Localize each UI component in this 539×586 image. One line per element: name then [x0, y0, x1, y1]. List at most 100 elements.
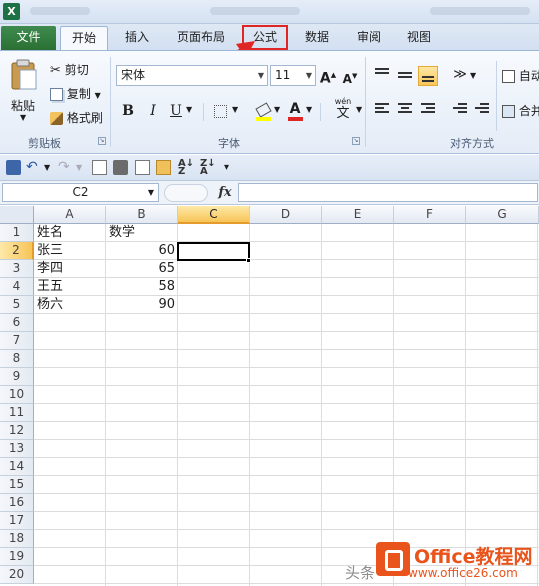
cell-b2[interactable]: 60: [107, 242, 177, 260]
active-cell-c2[interactable]: [177, 242, 250, 261]
row-header-11[interactable]: 11: [0, 404, 34, 422]
excel-icon[interactable]: X: [3, 3, 20, 20]
row-header-2[interactable]: 2: [0, 242, 34, 260]
orientation-icon[interactable]: ≫: [450, 65, 470, 85]
font-launcher-icon[interactable]: ↘: [352, 137, 360, 145]
align-left-icon[interactable]: [372, 101, 392, 121]
divider: [320, 103, 321, 121]
cell-a1[interactable]: 姓名: [35, 224, 105, 242]
row-header-19[interactable]: 19: [0, 548, 34, 566]
redo-dropdown-icon[interactable]: ▼: [76, 160, 91, 175]
borders-dropdown-icon[interactable]: ▼: [232, 105, 238, 114]
font-name-select[interactable]: 宋体 ▼: [116, 65, 268, 86]
grow-font-icon[interactable]: A▲: [318, 65, 338, 87]
row-header-20[interactable]: 20: [0, 566, 34, 584]
align-top-icon[interactable]: [372, 66, 392, 86]
row-header-18[interactable]: 18: [0, 530, 34, 548]
fill-color-icon[interactable]: [253, 101, 273, 121]
row-header-12[interactable]: 12: [0, 422, 34, 440]
row-header-3[interactable]: 3: [0, 260, 34, 278]
phonetic-guide-button[interactable]: wén 文: [328, 97, 358, 123]
customize-qat-icon[interactable]: ▾: [224, 160, 239, 175]
column-header-e[interactable]: E: [322, 206, 394, 224]
formula-bar-resize-handle[interactable]: [164, 184, 208, 202]
row-header-15[interactable]: 15: [0, 476, 34, 494]
fill-handle[interactable]: [246, 258, 251, 263]
cell-b5[interactable]: 90: [107, 296, 177, 314]
tab-home[interactable]: 开始: [60, 26, 108, 50]
row-header-7[interactable]: 7: [0, 332, 34, 350]
sort-descending-icon[interactable]: Z↓ A: [200, 159, 216, 177]
undo-icon[interactable]: ↶: [26, 160, 41, 175]
row-header-6[interactable]: 6: [0, 314, 34, 332]
formula-input[interactable]: [238, 183, 538, 202]
cell-b3[interactable]: 65: [107, 260, 177, 278]
undo-dropdown-icon[interactable]: ▼: [44, 160, 59, 175]
align-middle-icon[interactable]: [395, 66, 415, 86]
tab-review[interactable]: 审阅: [347, 26, 391, 50]
select-all-button[interactable]: [0, 206, 34, 224]
column-header-d[interactable]: D: [250, 206, 322, 224]
font-size-select[interactable]: 11 ▼: [270, 65, 316, 86]
row-header-17[interactable]: 17: [0, 512, 34, 530]
save-icon[interactable]: [6, 160, 21, 175]
cell-b4[interactable]: 58: [107, 278, 177, 296]
row-header-5[interactable]: 5: [0, 296, 34, 314]
cell-a3[interactable]: 李四: [35, 260, 105, 278]
insert-function-button[interactable]: fx: [215, 184, 235, 202]
bold-button[interactable]: B: [118, 101, 138, 121]
shrink-font-icon[interactable]: A▼: [340, 66, 360, 86]
borders-icon[interactable]: [210, 101, 230, 121]
gridline: [34, 367, 539, 368]
font-color-dropdown-icon[interactable]: ▼: [306, 105, 312, 114]
merge-button[interactable]: 合并: [502, 102, 539, 119]
cut-button[interactable]: ✂ 剪切: [50, 61, 89, 78]
row-header-13[interactable]: 13: [0, 440, 34, 458]
tab-file[interactable]: 文件: [1, 26, 56, 50]
tab-data[interactable]: 数据: [295, 26, 339, 50]
print-preview-icon[interactable]: [92, 160, 107, 175]
redo-icon[interactable]: ↷: [58, 160, 73, 175]
column-header-c[interactable]: C: [178, 206, 250, 224]
row-header-16[interactable]: 16: [0, 494, 34, 512]
gridline: [34, 421, 539, 422]
clipboard-launcher-icon[interactable]: ↘: [98, 137, 106, 145]
italic-button[interactable]: I: [143, 101, 163, 121]
tab-view[interactable]: 视图: [397, 26, 441, 50]
underline-button[interactable]: U: [166, 101, 186, 121]
underline-dropdown-icon[interactable]: ▼: [186, 105, 192, 114]
column-header-b[interactable]: B: [106, 206, 178, 224]
cell-b1[interactable]: 数学: [107, 224, 177, 242]
row-header-10[interactable]: 10: [0, 386, 34, 404]
wrap-text-button[interactable]: 自动: [502, 67, 539, 84]
row-header-8[interactable]: 8: [0, 350, 34, 368]
column-header-f[interactable]: F: [394, 206, 466, 224]
row-header-4[interactable]: 4: [0, 278, 34, 296]
row-header-14[interactable]: 14: [0, 458, 34, 476]
new-file-icon[interactable]: [135, 160, 150, 175]
name-box[interactable]: C2 ▼: [2, 183, 159, 202]
cell-a2[interactable]: 张三: [35, 242, 105, 260]
font-color-icon[interactable]: A: [285, 99, 305, 121]
align-right-icon[interactable]: [418, 101, 438, 121]
fill-color-dropdown-icon[interactable]: ▼: [274, 105, 280, 114]
row-header-9[interactable]: 9: [0, 368, 34, 386]
orientation-dropdown-icon[interactable]: ▼: [470, 71, 476, 80]
increase-indent-icon[interactable]: [472, 101, 492, 121]
print-icon[interactable]: [113, 160, 128, 175]
cell-a4[interactable]: 王五: [35, 278, 105, 296]
tab-insert[interactable]: 插入: [114, 26, 160, 50]
decrease-indent-icon[interactable]: [450, 101, 470, 121]
open-folder-icon[interactable]: [156, 160, 171, 175]
column-header-g[interactable]: G: [466, 206, 539, 224]
paste-button[interactable]: 粘贴 ▼: [5, 57, 41, 127]
sort-ascending-icon[interactable]: A↓ Z: [178, 159, 194, 177]
align-bottom-icon[interactable]: [418, 66, 438, 86]
row-header-1[interactable]: 1: [0, 224, 34, 242]
format-painter-button[interactable]: 格式刷: [50, 109, 103, 126]
column-header-a[interactable]: A: [34, 206, 106, 224]
phonetic-dropdown-icon[interactable]: ▼: [356, 105, 362, 114]
cell-a5[interactable]: 杨六: [35, 296, 105, 314]
copy-button[interactable]: 复制 ▼: [50, 85, 101, 102]
align-center-icon[interactable]: [395, 101, 415, 121]
